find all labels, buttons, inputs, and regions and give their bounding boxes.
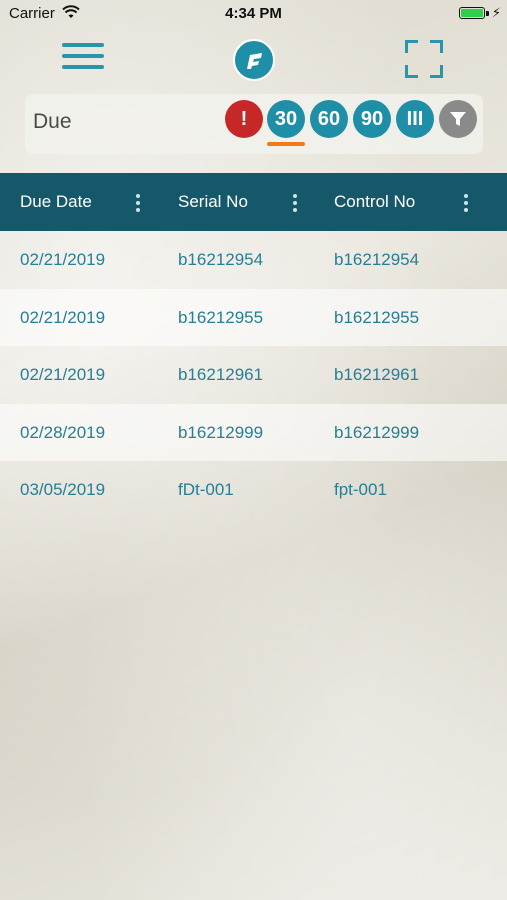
due-30-filter-button[interactable]: 30 [267,100,305,138]
column-menu-icon[interactable] [136,194,140,215]
table-row[interactable]: 02/28/2019 b16212999 b16212999 [0,403,507,461]
due-date-cell: 02/21/2019 [20,307,106,327]
serial-no-cell: b16212961 [178,365,264,384]
serial-no-cell: b16212954 [178,250,264,269]
app-logo-icon [233,39,275,81]
status-bar: Carrier 4:34 PM ⚡ [0,0,507,28]
control-no-cell: b16212954 [334,250,420,269]
table-row[interactable]: 02/21/2019 b16212954 b16212954 [0,231,507,289]
due-date-cell: 03/05/2019 [20,480,106,499]
due-date-cell: 02/21/2019 [20,365,106,384]
battery-icon [459,7,485,19]
table-body: 02/21/2019 b16212954 b16212954 02/21/201… [0,231,507,519]
clock: 4:34 PM [225,5,282,22]
control-no-cell: fpt-001 [334,480,387,499]
due-filter-bar: Due ! 30 60 90 III [25,94,483,154]
control-no-cell: b16212999 [334,422,420,442]
table-row[interactable]: 02/21/2019 b16212955 b16212955 [0,288,507,346]
column-menu-icon[interactable] [464,194,468,215]
funnel-filter-icon[interactable] [439,100,477,138]
filter-label: Due [33,110,72,133]
table-row[interactable]: 03/05/2019 fDt-001 fpt-001 [0,461,507,519]
serial-no-cell: b16212999 [178,422,264,442]
overdue-filter-button[interactable]: ! [225,100,263,138]
serial-no-cell: fDt-001 [178,480,234,499]
battery-tip [486,11,489,16]
serial-no-cell: b16212955 [178,307,264,327]
control-no-cell: b16212955 [334,307,420,327]
column-header-serial-no[interactable]: Serial No [178,173,248,231]
nav-bar [0,34,507,84]
hamburger-menu-icon[interactable] [62,43,104,75]
all-filter-button[interactable]: III [396,100,434,138]
scan-frame-icon[interactable] [405,40,443,78]
due-90-filter-button[interactable]: 90 [353,100,391,138]
column-menu-icon[interactable] [293,194,297,215]
control-no-cell: b16212961 [334,365,420,384]
column-header-control-no[interactable]: Control No [334,173,415,231]
due-60-filter-button[interactable]: 60 [310,100,348,138]
table-row[interactable]: 02/21/2019 b16212961 b16212961 [0,346,507,404]
table-header: Due Date Serial No Control No [0,173,507,231]
due-date-cell: 02/28/2019 [20,422,106,442]
due-date-cell: 02/21/2019 [20,250,106,269]
column-header-due-date[interactable]: Due Date [20,173,92,231]
selected-chip-indicator [267,142,305,146]
charging-icon: ⚡ [491,5,501,20]
